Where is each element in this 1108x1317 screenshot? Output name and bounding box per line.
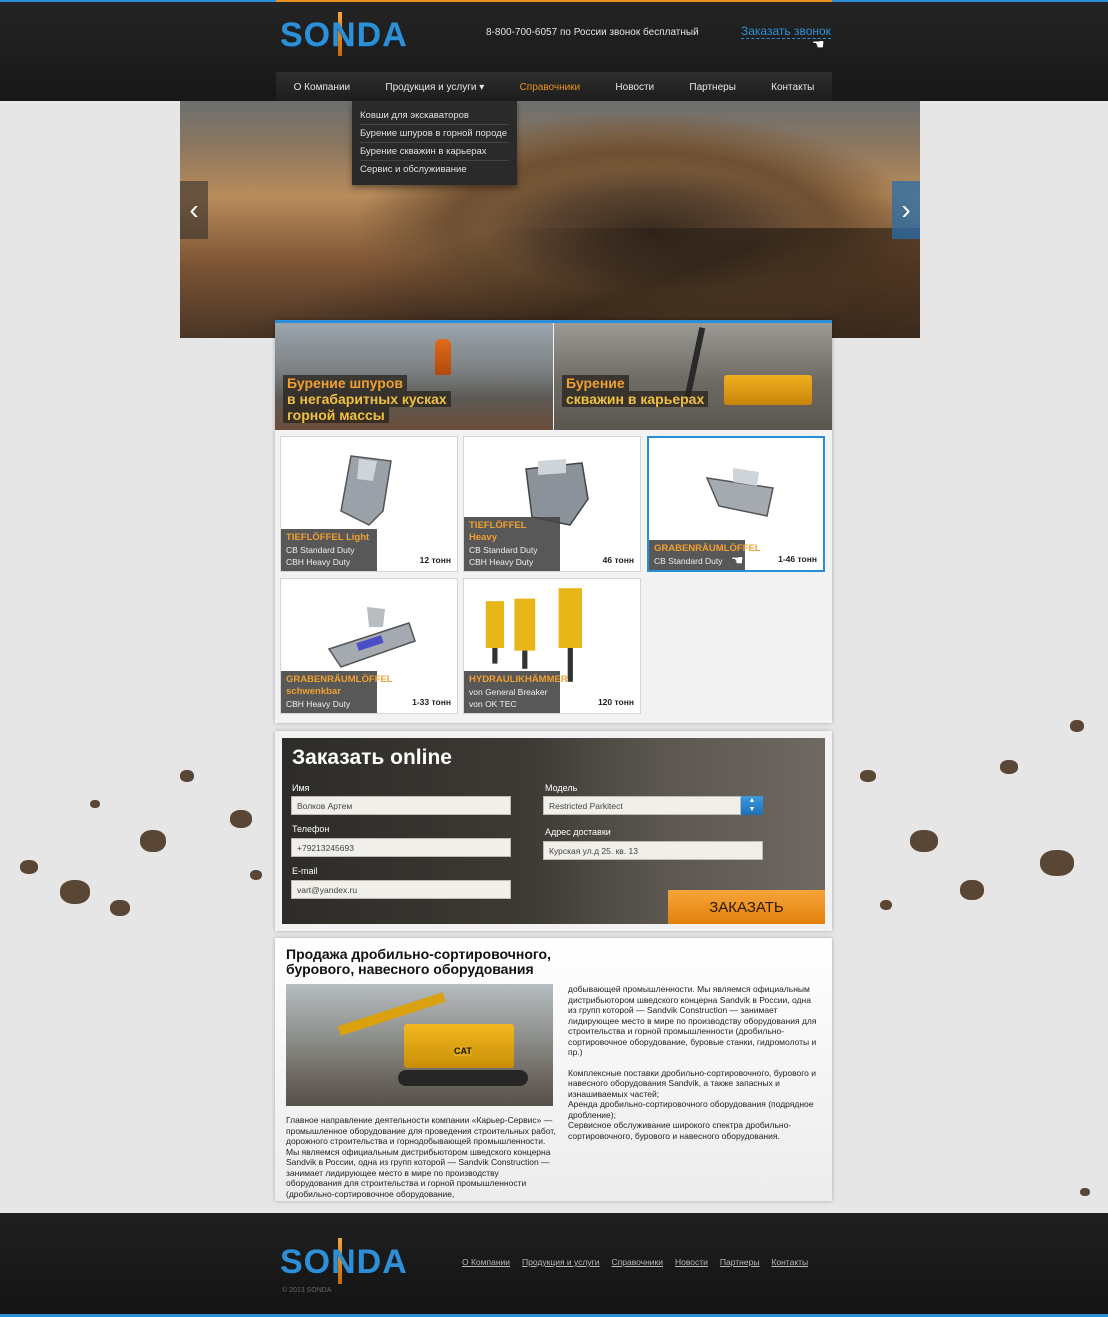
- footer-link-partners[interactable]: Партнеры: [720, 1257, 760, 1267]
- promo-2-line1: Бурение: [562, 375, 629, 391]
- promo-2-title: Бурение скважин в карьерах: [562, 375, 709, 407]
- dropdown-item-buckets[interactable]: Ковши для экскаваторов: [360, 107, 509, 125]
- bucket-image: [705, 468, 774, 517]
- promo-1-line1: Бурение шпуров: [283, 375, 407, 391]
- product-sub: von General Breaker: [469, 687, 548, 697]
- product-card-hydraulikhammer[interactable]: HYDRAULIKHÄMMER von General Breaker von …: [463, 578, 641, 714]
- product-card-tiefloeffel-heavy[interactable]: TIEFLÖFFEL Heavy CB Standard Duty CBH He…: [463, 436, 641, 572]
- product-sub: CB Standard Duty: [469, 545, 538, 555]
- nav-item-partners[interactable]: Партнеры: [689, 82, 736, 93]
- footer-link-news[interactable]: Новости: [675, 1257, 708, 1267]
- address-field[interactable]: Курская ул.д 25. кв. 13: [543, 841, 763, 860]
- footer-link-company[interactable]: О Компании: [462, 1257, 510, 1267]
- product-card-grabenraeumloeffel-schwenkbar[interactable]: GRABENRÄUMLÖFFEL schwenkbar CBH Heavy Du…: [280, 578, 458, 714]
- product-label: TIEFLÖFFEL Heavy CB Standard Duty CBH He…: [464, 517, 560, 571]
- product-weight: 120 тонн: [597, 697, 634, 707]
- nav-item-references[interactable]: Справочники: [520, 82, 581, 93]
- phone-number: 8-800-700-6057 по России звонок бесплатн…: [486, 27, 699, 38]
- header-inner: SONDA 8-800-700-6057 по России звонок бе…: [276, 0, 832, 103]
- product-sub: CBH Heavy Duty: [286, 699, 351, 709]
- name-field[interactable]: Волков Артем: [291, 796, 511, 815]
- site-logo[interactable]: SONDA: [280, 16, 408, 55]
- footer-link-contacts[interactable]: Контакты: [771, 1257, 808, 1267]
- hero-slider: ‹ ›: [180, 101, 920, 338]
- phone-label: Телефон: [292, 824, 330, 834]
- product-card-tiefloeffel-light[interactable]: TIEFLÖFFEL Light CB Standard Duty CBH He…: [280, 436, 458, 572]
- product-label: TIEFLÖFFEL Light CB Standard Duty CBH He…: [281, 529, 377, 571]
- order-title: Заказать online: [292, 746, 452, 769]
- name-label: Имя: [292, 783, 310, 793]
- article-text-right: добывающей промышленности. Мы являемся о…: [568, 984, 818, 1141]
- email-field[interactable]: vart@yandex.ru: [291, 880, 511, 899]
- product-name: GRABENRÄUMLÖFFEL: [654, 543, 761, 554]
- site-footer: SONDA © 2013 SONDA О Компании Продукция …: [0, 1213, 1108, 1317]
- article-paragraph: добывающей промышленности. Мы являемся о…: [568, 984, 817, 1057]
- phone-field[interactable]: +79213245693: [291, 838, 511, 857]
- site-header: SONDA 8-800-700-6057 по России звонок бе…: [0, 0, 1108, 103]
- chevron-right-icon[interactable]: ›: [892, 181, 920, 239]
- worker-figure: [435, 339, 451, 375]
- product-weight: 1-33 тонн: [412, 697, 451, 707]
- product-weight: 1-46 тонн: [778, 554, 817, 564]
- product-sub: CBH Heavy Duty: [469, 557, 534, 567]
- article-paragraph: Комплексные поставки дробильно-сортирово…: [568, 1067, 816, 1099]
- promo-1-title: Бурение шпуров в негабаритных кусках гор…: [283, 375, 451, 423]
- promo-2-line2: скважин в карьерах: [562, 391, 709, 407]
- order-submit-button[interactable]: ЗАКАЗАТЬ: [668, 890, 825, 924]
- select-arrows-icon[interactable]: ▲ ▼: [741, 796, 763, 815]
- article-paragraph: Аренда дробильно-сортировочного оборудов…: [568, 1099, 814, 1120]
- product-card-grabenraeumloeffel[interactable]: GRABENRÄUMLÖFFEL CB Standard Duty 1-46 т…: [647, 436, 825, 572]
- promo-drilling-wells[interactable]: Бурение скважин в карьерах: [554, 323, 832, 430]
- product-sub: von OK TEC: [469, 699, 517, 709]
- article-text-left: Главное направление деятельности компани…: [286, 1115, 556, 1199]
- article-title: Продажа дробильно-сортировочного, бурово…: [286, 946, 551, 977]
- dropdown-item-drilling-wells[interactable]: Бурение скважин в карьерах: [360, 143, 509, 161]
- product-sub: CB Standard Duty: [286, 545, 355, 555]
- hand-cursor-icon: ☚: [812, 36, 825, 52]
- products-dropdown: Ковши для экскаваторов Бурение шпуров в …: [352, 101, 517, 185]
- product-label: GRABENRÄUMLÖFFEL schwenkbar CBH Heavy Du…: [281, 671, 393, 713]
- cat-logo: CAT: [454, 1046, 472, 1056]
- footer-logo[interactable]: SONDA: [280, 1243, 408, 1282]
- email-label: E-mail: [292, 866, 318, 876]
- dropdown-item-drilling-holes[interactable]: Бурение шпуров в горной породе: [360, 125, 509, 143]
- footer-link-references[interactable]: Справочники: [612, 1257, 664, 1267]
- products-panel: Бурение шпуров в негабаритных кусках гор…: [275, 320, 832, 723]
- order-form: Заказать online Имя Волков Артем Телефон…: [282, 738, 825, 924]
- product-name: GRABENRÄUMLÖFFEL schwenkbar: [286, 674, 393, 697]
- promo-drilling-holes[interactable]: Бурение шпуров в негабаритных кусках гор…: [275, 323, 553, 430]
- main-nav: О Компании Продукция и услуги ▾ Справочн…: [276, 72, 832, 103]
- address-label: Адрес доставки: [545, 827, 611, 837]
- nav-item-company[interactable]: О Компании: [294, 82, 351, 93]
- copyright: © 2013 SONDA: [282, 1287, 332, 1294]
- product-name: HYDRAULIKHÄMMER: [469, 674, 568, 685]
- article-section: Продажа дробильно-сортировочного, бурово…: [275, 938, 832, 1201]
- nav-item-products[interactable]: Продукция и услуги ▾: [385, 82, 484, 93]
- product-name: TIEFLÖFFEL Light: [286, 532, 370, 543]
- excavator-figure: [724, 375, 812, 405]
- product-sub: CBH Heavy Duty: [286, 557, 351, 567]
- promo-1-line2: в негабаритных кусках: [283, 391, 451, 407]
- excavator-tracks: [398, 1070, 528, 1086]
- dropdown-item-service[interactable]: Сервис и обслуживание: [360, 161, 509, 178]
- hand-cursor-icon: ☚: [731, 552, 744, 568]
- product-label: HYDRAULIKHÄMMER von General Breaker von …: [464, 671, 568, 713]
- model-select[interactable]: Restricted Parkitect: [543, 796, 741, 815]
- footer-link-products[interactable]: Продукция и услуги: [522, 1257, 599, 1267]
- product-weight: 46 тонн: [602, 555, 634, 565]
- product-weight: 12 тонн: [419, 555, 451, 565]
- nav-item-contacts[interactable]: Контакты: [771, 82, 814, 93]
- nav-item-news[interactable]: Новости: [615, 82, 654, 93]
- article-paragraph: Сервисное обслуживание широкого спектра …: [568, 1120, 792, 1141]
- chevron-left-icon[interactable]: ‹: [180, 181, 208, 239]
- excavator-photo: CAT: [286, 984, 553, 1106]
- product-sub: CB Standard Duty: [654, 556, 723, 566]
- bucket-image: [327, 607, 416, 668]
- model-label: Модель: [545, 783, 578, 793]
- promo-1-line3: горной массы: [283, 407, 389, 423]
- product-name: TIEFLÖFFEL Heavy: [469, 520, 527, 543]
- bucket-image: [340, 455, 392, 526]
- order-form-panel: Заказать online Имя Волков Артем Телефон…: [275, 731, 832, 931]
- footer-nav: О Компании Продукция и услуги Справочник…: [462, 1257, 808, 1267]
